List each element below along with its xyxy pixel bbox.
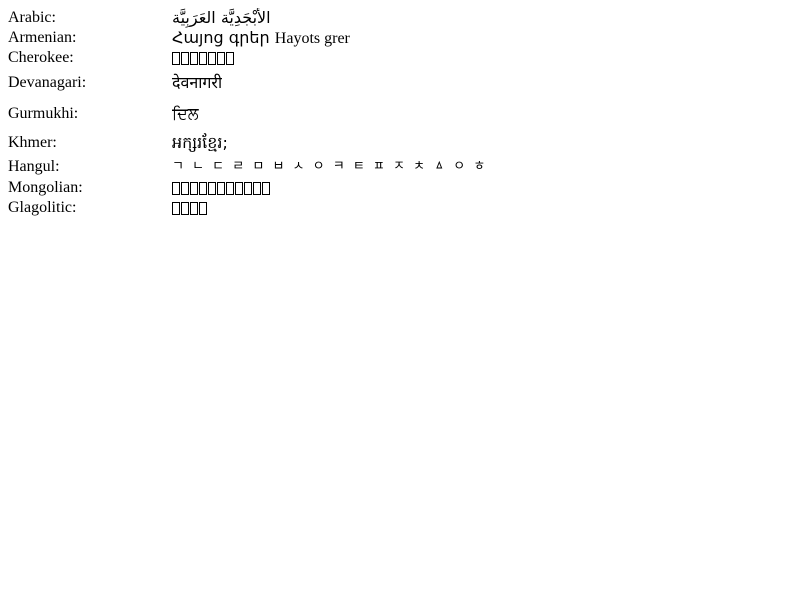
script-sample-table: Arabic: الأَبْجَدِيَّة العَرَبِيَّة Arme… <box>8 8 792 218</box>
script-label-arabic: Arabic: <box>8 9 56 26</box>
missing-glyph-box <box>190 52 198 65</box>
script-row-gurmukhi: Gurmukhi: ਦਿਲ <box>8 98 792 130</box>
script-row-arabic: Arabic: الأَبْجَدِيَّة العَرَبِيَّة <box>8 8 792 28</box>
missing-glyph-box <box>217 182 225 195</box>
missing-glyph-box <box>262 182 270 195</box>
script-sample-devanagari: देवनागरी <box>172 73 223 92</box>
script-row-hangul: Hangul: ㄱ ㄴ ㄷ ㄹ ㅁ ㅂ ㅅ ㅇ ㅋ ㅌ ㅍ ㅈ ㅊ ㅿ ㅇ ㅎ <box>8 156 792 178</box>
script-label-mongolian: Mongolian: <box>8 179 83 196</box>
missing-glyph-box <box>181 52 189 65</box>
script-row-cherokee: Cherokee: <box>8 48 792 68</box>
script-row-armenian: Armenian: Հայոց գրեր Hayots grer <box>8 28 792 48</box>
script-sample-hangul: ㄱ ㄴ ㄷ ㄹ ㅁ ㅂ ㅅ ㅇ ㅋ ㅌ ㅍ ㅈ ㅊ ㅿ ㅇ ㅎ <box>172 159 486 174</box>
script-label-devanagari: Devanagari: <box>8 74 87 91</box>
script-label-khmer: Khmer: <box>8 134 57 151</box>
script-label-gurmukhi: Gurmukhi: <box>8 105 79 122</box>
missing-glyph-box <box>172 182 180 195</box>
missing-glyph-box <box>181 182 189 195</box>
missing-glyph-box <box>181 202 189 215</box>
missing-glyph-box <box>208 182 216 195</box>
missing-glyph-box <box>172 202 180 215</box>
script-row-glagolitic: Glagolitic: <box>8 198 792 218</box>
missing-glyph-box <box>190 202 198 215</box>
missing-glyph-box <box>226 52 234 65</box>
missing-glyph-box <box>199 52 207 65</box>
missing-glyph-box <box>208 52 216 65</box>
script-row-devanagari: Devanagari: देवनागरी <box>8 68 792 98</box>
missing-glyph-box <box>172 52 180 65</box>
script-label-glagolitic: Glagolitic: <box>8 199 77 216</box>
missing-glyph-box <box>253 182 261 195</box>
script-row-mongolian: Mongolian: <box>8 178 792 198</box>
script-sample-arabic: الأَبْجَدِيَّة العَرَبِيَّة <box>172 8 271 27</box>
script-label-armenian: Armenian: <box>8 29 77 46</box>
missing-glyph-box <box>226 182 234 195</box>
script-label-hangul: Hangul: <box>8 158 60 175</box>
missing-glyph-box <box>199 182 207 195</box>
missing-glyph-box <box>217 52 225 65</box>
armenian-script-text: Հայոց գրեր <box>172 27 270 47</box>
script-label-cherokee: Cherokee: <box>8 49 74 66</box>
script-sample-gurmukhi: ਦਿਲ <box>172 104 199 123</box>
missing-glyph-box <box>199 202 207 215</box>
script-sample-armenian: Հայոց գրեր Hayots grer <box>172 28 350 49</box>
script-sample-cherokee <box>172 48 235 68</box>
script-sample-mongolian <box>172 178 271 198</box>
script-sample-khmer: អក្សរខ្មែរ; <box>172 133 228 152</box>
armenian-transliteration: Hayots grer <box>274 29 350 47</box>
missing-glyph-box <box>244 182 252 195</box>
script-sample-glagolitic <box>172 198 208 218</box>
script-row-khmer: Khmer: អក្សរខ្មែរ; <box>8 130 792 156</box>
missing-glyph-box <box>235 182 243 195</box>
missing-glyph-box <box>190 182 198 195</box>
